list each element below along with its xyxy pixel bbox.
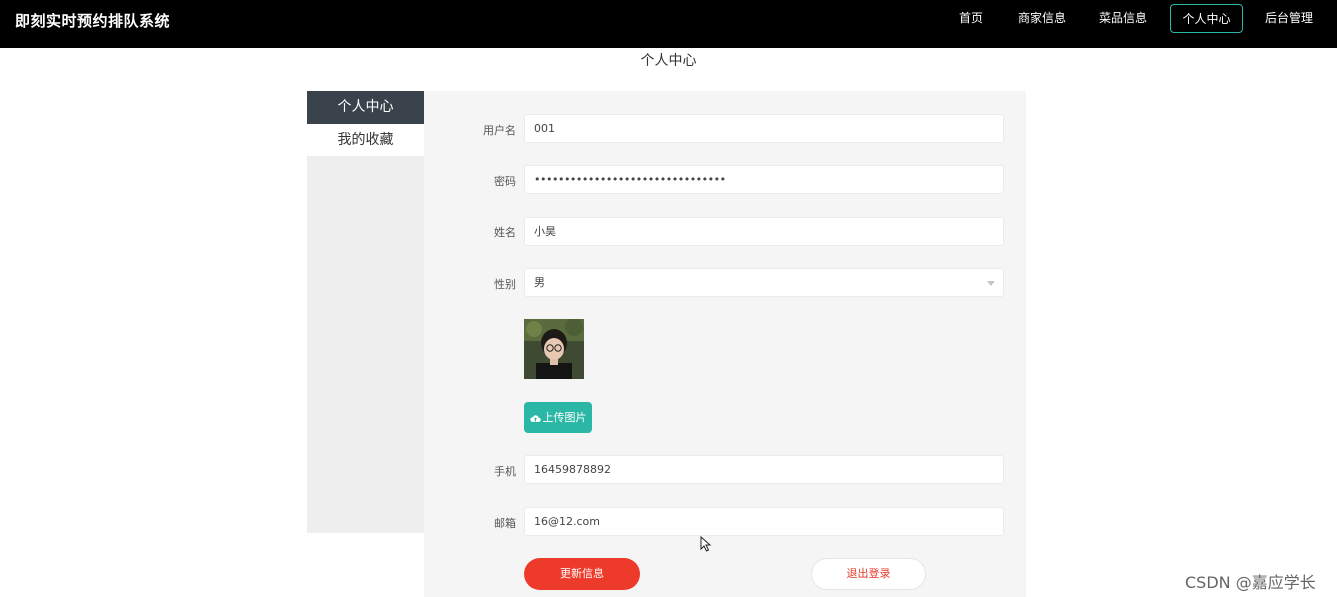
- nav-personal-center[interactable]: 个人中心: [1170, 4, 1243, 33]
- nav-merchants[interactable]: 商家信息: [1008, 4, 1076, 33]
- name-value: 小昊: [534, 225, 556, 238]
- chevron-down-icon: [987, 281, 995, 286]
- top-navbar: 即刻实时预约排队系统 首页 商家信息 菜品信息 个人中心 后台管理: [0, 0, 1337, 48]
- sidebar-item-personal-center[interactable]: 个人中心: [307, 91, 424, 124]
- email-value: 16@12.com: [534, 515, 600, 528]
- password-label: 密码: [494, 175, 516, 188]
- phone-label: 手机: [494, 465, 516, 478]
- profile-form-panel: 用户名 001 密码 •••••••••••••••••••••••••••••…: [424, 91, 1026, 597]
- password-input[interactable]: ••••••••••••••••••••••••••••••••: [524, 165, 1004, 194]
- page-title: 个人中心: [640, 53, 697, 69]
- cloud-upload-icon: [529, 414, 541, 422]
- name-input[interactable]: 小昊: [524, 217, 1004, 246]
- name-label: 姓名: [494, 226, 516, 239]
- main-nav: 首页 商家信息 菜品信息 个人中心 后台管理: [0, 0, 1337, 48]
- sidebar: 个人中心 我的收藏: [307, 91, 424, 533]
- upload-image-label: 上传图片: [542, 411, 587, 424]
- phone-value: 16459878892: [534, 463, 611, 476]
- gender-select[interactable]: 男: [524, 268, 1004, 297]
- mouse-cursor-icon: [700, 536, 712, 552]
- password-value: ••••••••••••••••••••••••••••••••: [534, 173, 726, 186]
- sidebar-item-favorites[interactable]: 我的收藏: [307, 124, 424, 156]
- nav-dishes[interactable]: 菜品信息: [1089, 4, 1157, 33]
- update-info-button[interactable]: 更新信息: [524, 558, 640, 590]
- username-value: 001: [534, 122, 555, 135]
- logout-button[interactable]: 退出登录: [811, 558, 926, 590]
- username-input[interactable]: 001: [524, 114, 1004, 143]
- gender-label: 性别: [494, 278, 516, 291]
- avatar-image: [524, 319, 584, 379]
- upload-image-button[interactable]: 上传图片: [524, 402, 592, 433]
- watermark: CSDN @嘉应学长: [1185, 573, 1316, 592]
- email-label: 邮箱: [494, 517, 516, 530]
- username-label: 用户名: [483, 124, 516, 137]
- nav-home[interactable]: 首页: [947, 4, 995, 33]
- gender-value: 男: [534, 276, 545, 289]
- email-input[interactable]: 16@12.com: [524, 507, 1004, 536]
- phone-input[interactable]: 16459878892: [524, 455, 1004, 484]
- nav-admin[interactable]: 后台管理: [1255, 4, 1323, 33]
